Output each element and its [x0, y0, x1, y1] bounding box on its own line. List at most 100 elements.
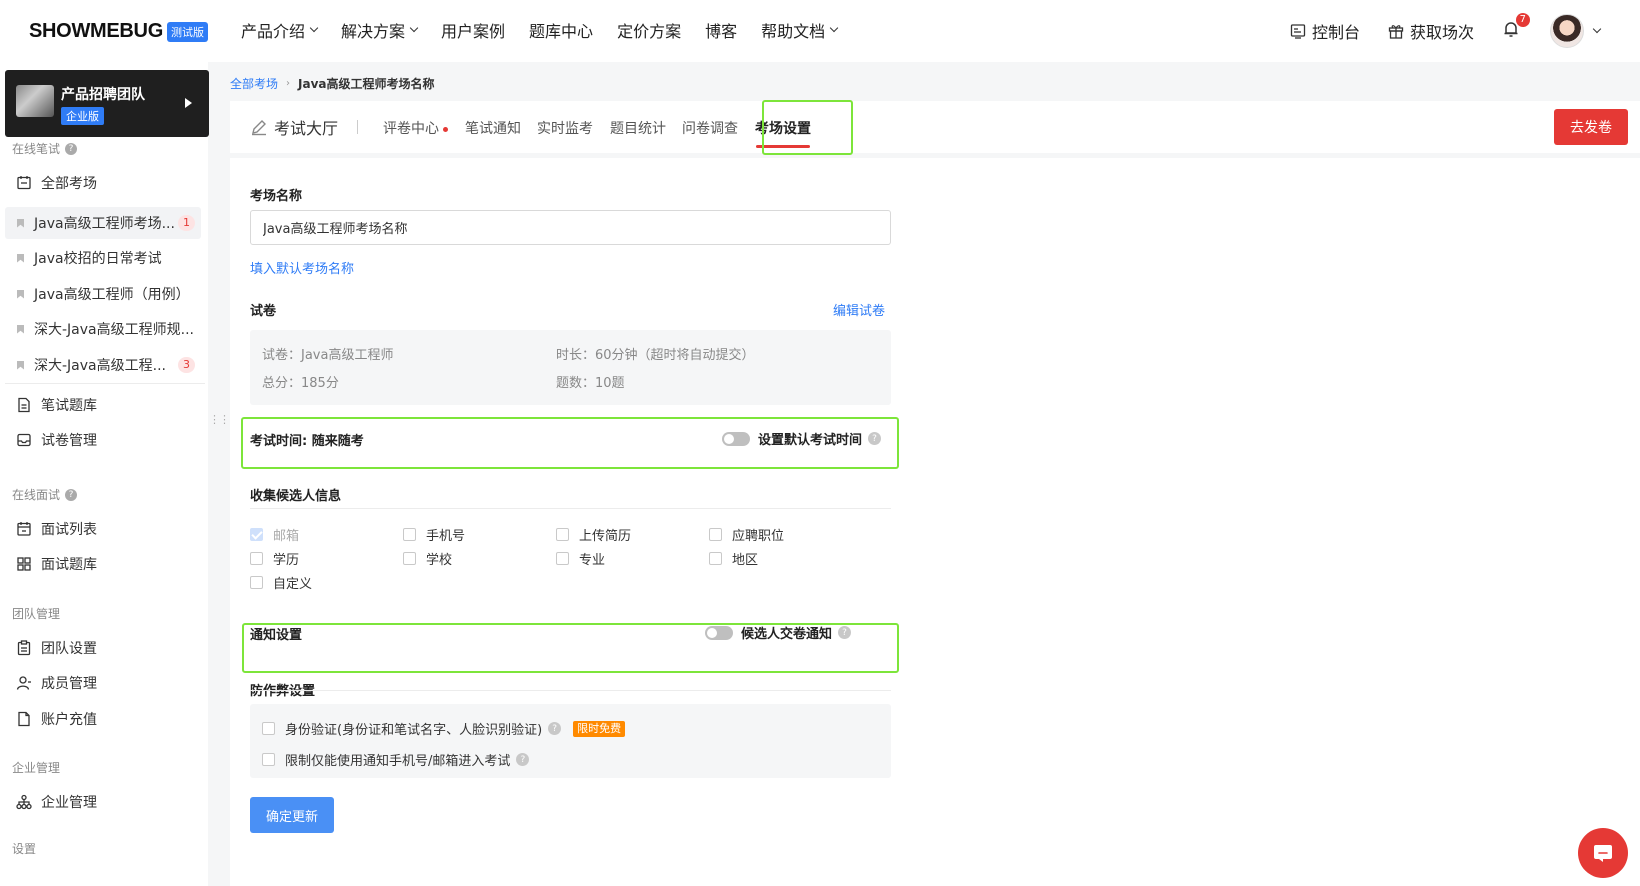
chevron-down-icon — [309, 23, 319, 33]
divider — [5, 383, 205, 384]
menu-docs[interactable]: 帮助文档 — [761, 18, 839, 42]
breadcrumb: 全部考场 › Java高级工程师考场名称 — [230, 75, 435, 92]
confirm-update-button[interactable]: 确定更新 — [250, 797, 334, 833]
get-sessions-link[interactable]: 获取场次 — [1388, 19, 1474, 43]
menu-blog[interactable]: 博客 — [705, 18, 737, 42]
publish-button[interactable]: 去发卷 — [1554, 109, 1628, 145]
console-icon — [1290, 24, 1306, 39]
help-icon[interactable]: ? — [838, 626, 852, 639]
sidebar-item-enterprise-manage[interactable]: 企业管理 — [5, 786, 206, 818]
notification-count: 7 — [1515, 13, 1530, 27]
checkbox-major[interactable]: 专业 — [556, 549, 605, 568]
top-navbar: SHOWMEBUG 测试版 产品介绍 解决方案 用户案例 题库中心 定价方案 博… — [0, 0, 1640, 62]
menu-cases[interactable]: 用户案例 — [441, 18, 505, 42]
sidebar-exam-item[interactable]: Java高级工程师考场... 1 — [5, 207, 201, 239]
field-label-name: 考场名称 — [250, 189, 303, 204]
menu-question-bank[interactable]: 题库中心 — [529, 18, 593, 42]
sidebar-item-question-bank[interactable]: 笔试题库 — [5, 389, 206, 421]
right-tools: 控制台 获取场次 7 — [1290, 13, 1602, 48]
chevron-down-icon[interactable] — [1592, 24, 1602, 34]
sidebar-exam-item[interactable]: Java高级工程师（用例） — [5, 278, 201, 310]
checkbox-school[interactable]: 学校 — [403, 549, 452, 568]
org-chart-icon — [13, 794, 35, 810]
tab-live-proctoring[interactable]: 实时监考 — [537, 118, 593, 138]
fill-default-name-link[interactable]: 填入默认考场名称 — [250, 258, 354, 277]
sidebar-item-paper-manage[interactable]: 试卷管理 — [5, 424, 206, 456]
bookmark-icon — [17, 289, 24, 299]
calendar-icon — [13, 521, 35, 537]
help-icon[interactable]: ? — [65, 142, 78, 155]
help-icon[interactable]: ? — [65, 488, 78, 501]
checkbox-restrict-entry[interactable]: 限制仅能使用通知手机号/邮箱进入考试 ? — [262, 750, 530, 769]
sidebar-item-interview-list[interactable]: 面试列表 — [5, 513, 206, 545]
bookmark-icon — [17, 253, 24, 263]
paper-duration: 时长：60分钟（超时将自动提交） — [556, 348, 755, 363]
sidebar-item-recharge[interactable]: 账户充值 — [5, 703, 206, 735]
clipboard-icon — [13, 640, 35, 656]
divider — [357, 120, 358, 134]
exam-name-input[interactable] — [250, 210, 891, 245]
help-icon[interactable]: ? — [868, 432, 882, 445]
default-time-toggle[interactable] — [722, 431, 750, 446]
help-icon[interactable]: ? — [548, 722, 562, 735]
breadcrumb-root[interactable]: 全部考场 — [230, 75, 278, 92]
sidebar-exam-item[interactable]: 深大-Java高级工程师规... — [5, 313, 201, 345]
sidebar-exam-item[interactable]: 深大-Java高级工程... 3 — [5, 349, 201, 381]
checkbox-identity-verify[interactable]: 身份验证(身份证和笔试名字、人脸识别验证) ? 限时免费 — [262, 719, 626, 738]
gift-icon — [1388, 25, 1404, 39]
checkbox-region[interactable]: 地区 — [709, 549, 758, 568]
document-icon — [13, 397, 35, 413]
tab-exam-settings[interactable]: 考场设置 — [740, 118, 826, 148]
section-written-exam: 在线笔试? — [12, 140, 78, 157]
anti-cheat-options: 身份验证(身份证和笔试名字、人脸识别验证) ? 限时免费 限制仅能使用通知手机号… — [250, 704, 891, 778]
submit-notify-toggle[interactable] — [705, 625, 733, 640]
help-icon[interactable]: ? — [516, 753, 530, 766]
notification-bell[interactable]: 7 — [1502, 13, 1530, 42]
tab-exam-notice[interactable]: 笔试通知 — [465, 118, 521, 138]
edit-paper-link[interactable]: 编辑试卷 — [833, 300, 885, 319]
chat-button[interactable] — [1578, 828, 1628, 878]
sidebar-item-members[interactable]: 成员管理 — [5, 667, 206, 699]
file-icon — [13, 711, 35, 727]
paper-name: 试卷：Java高级工程师 — [262, 348, 394, 363]
inbox-icon — [13, 432, 35, 448]
console-link[interactable]: 控制台 — [1290, 19, 1360, 43]
collect-info-label: 收集候选人信息 — [250, 489, 342, 504]
section-enterprise: 企业管理 — [12, 761, 61, 775]
sidebar-exam-item[interactable]: Java校招的日常考试 — [5, 242, 201, 274]
unread-dot — [443, 126, 448, 132]
checkbox-email[interactable]: 邮箱 — [250, 525, 299, 544]
user-icon — [13, 675, 35, 691]
checkbox-position[interactable]: 应聘职位 — [709, 525, 784, 544]
bookmark-icon — [17, 360, 24, 370]
checkbox-resume[interactable]: 上传简历 — [556, 525, 631, 544]
notify-settings-label: 通知设置 — [250, 628, 303, 643]
chevron-down-icon — [409, 23, 419, 33]
chevron-right-icon: › — [286, 78, 291, 89]
submit-notify-setting: 候选人交卷通知 ? — [705, 623, 852, 642]
tab-survey[interactable]: 问卷调查 — [682, 118, 738, 138]
chevron-down-icon — [829, 23, 839, 33]
divider — [250, 508, 891, 509]
avatar[interactable] — [1550, 14, 1584, 48]
field-label-paper: 试卷 — [250, 304, 277, 319]
checkbox-education[interactable]: 学历 — [250, 549, 299, 568]
team-switcher[interactable]: 产品招聘团队 企业版 — [5, 70, 209, 137]
team-image — [16, 85, 54, 117]
tab-grading-center[interactable]: 评卷中心 — [383, 118, 448, 138]
paper-question-count: 题数：10题 — [556, 376, 625, 391]
tab-question-stats[interactable]: 题目统计 — [610, 118, 666, 138]
menu-solutions[interactable]: 解决方案 — [341, 18, 419, 42]
menu-pricing[interactable]: 定价方案 — [617, 18, 681, 42]
checkbox-custom[interactable]: 自定义 — [250, 573, 312, 592]
sidebar-item-interview-bank[interactable]: 面试题库 — [5, 548, 206, 580]
menu-products[interactable]: 产品介绍 — [241, 18, 319, 42]
sidebar-item-all-exams[interactable]: 全部考场 — [5, 167, 206, 199]
checkbox-phone[interactable]: 手机号 — [403, 525, 465, 544]
drag-handle-icon[interactable]: ⋮⋮ — [209, 413, 230, 426]
exam-tabs-bar: 考试大厅 评卷中心 笔试通知 实时监考 题目统计 问卷调查 考场设置 去发卷 — [230, 101, 1640, 153]
enterprise-badge: 企业版 — [61, 107, 104, 125]
grid-icon — [13, 556, 35, 572]
sidebar-item-team-settings[interactable]: 团队设置 — [5, 632, 206, 664]
logo[interactable]: SHOWMEBUG 测试版 — [29, 20, 208, 43]
